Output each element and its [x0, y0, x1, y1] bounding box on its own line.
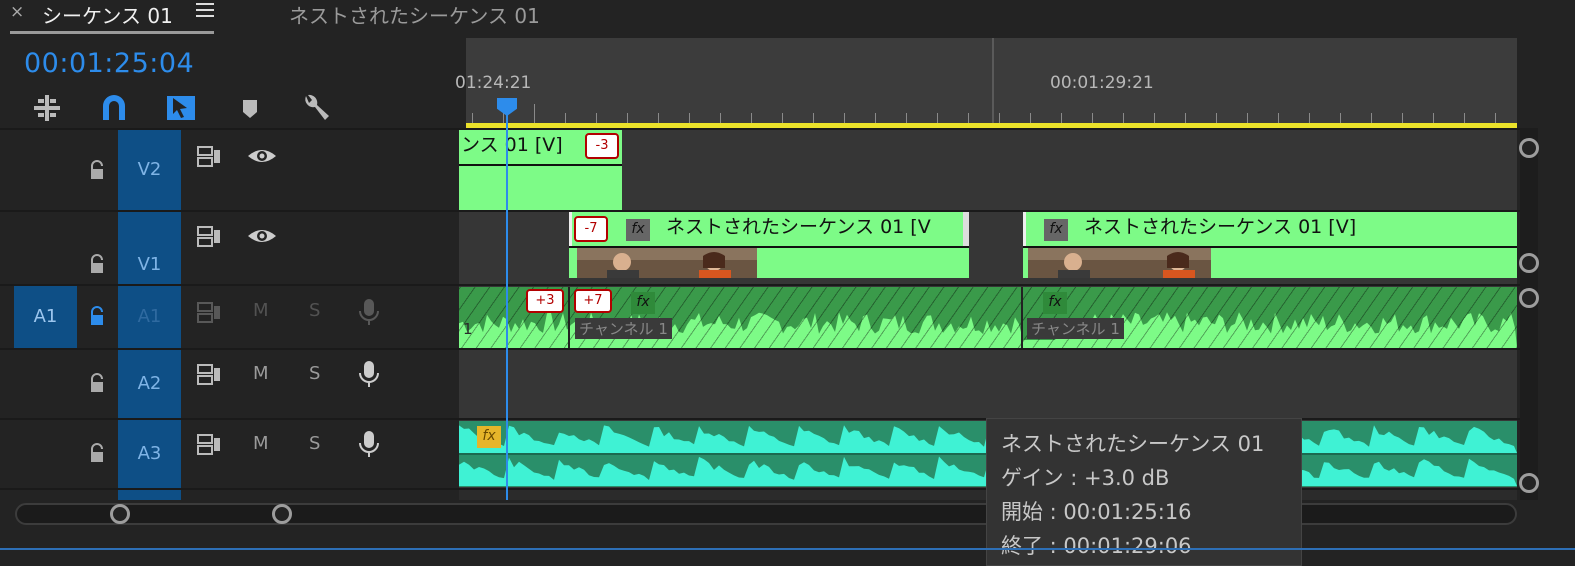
panel-focus-border — [0, 548, 1575, 550]
playhead-line[interactable] — [506, 110, 508, 500]
sync-lock-icon[interactable] — [193, 140, 225, 172]
video-clip-v2[interactable]: ンス 01 [V] -3 — [459, 130, 622, 210]
solo-button[interactable]: S — [309, 300, 320, 321]
thumbnail-image — [1028, 248, 1211, 278]
clip-divider — [459, 164, 622, 166]
track-header-a3: A3 M S — [0, 420, 459, 488]
eye-icon[interactable] — [246, 220, 278, 252]
tab-sequence-01[interactable]: シーケンス 01 — [42, 0, 173, 29]
speed-badge: -7 — [574, 216, 608, 242]
track-target-a3[interactable]: A3 — [118, 420, 181, 488]
ruler-ticks — [0, 38, 1517, 124]
clip-title: ネストされたシーケンス 01 [V] — [1023, 212, 1517, 246]
video-thumbnail — [577, 248, 757, 278]
channel-label: 1 — [463, 320, 473, 338]
microphone-icon[interactable] — [353, 358, 385, 390]
video-thumbnail — [1028, 248, 1211, 278]
audio-zoom-handle-top[interactable] — [1519, 288, 1539, 308]
mute-button[interactable]: M — [253, 300, 269, 321]
track-target-partial — [118, 490, 181, 500]
mute-button[interactable]: M — [253, 363, 269, 384]
panel-tab-bar — [0, 0, 1575, 38]
vertical-scroll-track[interactable] — [1520, 128, 1538, 500]
lock-icon-active[interactable] — [88, 306, 106, 326]
track-target-a1[interactable]: A1 — [118, 286, 181, 348]
microphone-icon[interactable] — [353, 296, 385, 328]
sync-lock-icon[interactable] — [193, 358, 225, 390]
tooltip-start: 開始 : 00:01:25:16 — [1001, 500, 1192, 524]
channel-label: チャンネル 1 — [575, 318, 672, 339]
hscroll-left-handle[interactable] — [110, 504, 130, 524]
lock-icon[interactable] — [88, 443, 106, 463]
solo-button[interactable]: S — [309, 433, 320, 454]
gain-badge: +7 — [574, 289, 612, 313]
track-header-a1: A1 A1 M S — [0, 286, 459, 348]
source-patch-a1[interactable]: A1 — [14, 286, 77, 348]
track-separator — [0, 128, 1520, 130]
track-target-v2[interactable]: V2 — [118, 130, 181, 210]
close-tab-icon[interactable]: × — [10, 2, 24, 22]
tooltip-title: ネストされたシーケンス 01 — [1001, 432, 1265, 456]
mute-button[interactable]: M — [253, 433, 269, 454]
channel-label: チャンネル 1 — [1027, 318, 1124, 339]
audio-zoom-handle-bottom[interactable] — [1519, 473, 1539, 493]
clip-edge — [1021, 287, 1023, 348]
panel-menu-icon[interactable] — [196, 3, 214, 19]
ruler-tick — [534, 104, 535, 124]
microphone-icon[interactable] — [353, 428, 385, 460]
speed-badge: -3 — [585, 133, 619, 159]
lock-icon[interactable] — [88, 254, 106, 274]
track-separator — [0, 284, 1520, 286]
active-tab-underline — [10, 31, 214, 34]
video-clip-v1-a[interactable]: ネストされたシーケンス 01 [V -7 fx — [569, 212, 969, 278]
clip-edge — [568, 287, 570, 348]
sync-lock-icon[interactable] — [193, 296, 225, 328]
fx-badge: fx — [631, 292, 655, 314]
tooltip-gain: ゲイン : +3.0 dB — [1001, 466, 1170, 490]
video-zoom-handle-top[interactable] — [1519, 138, 1539, 158]
fx-badge: fx — [1043, 292, 1067, 314]
clip-tooltip: ネストされたシーケンス 01 ゲイン : +3.0 dB 開始 : 00:01:… — [986, 418, 1302, 566]
track-header-a2: A2 M S — [0, 350, 459, 418]
lock-icon[interactable] — [88, 373, 106, 393]
video-zoom-handle-bottom[interactable] — [1519, 253, 1539, 273]
track-header-v1: V1 — [0, 212, 459, 284]
solo-button[interactable]: S — [309, 363, 320, 384]
tab-nested-sequence-01[interactable]: ネストされたシーケンス 01 — [289, 0, 540, 29]
tooltip-end: 終了 : 00:01:29:06 — [1001, 534, 1192, 558]
eye-icon[interactable] — [246, 140, 278, 172]
fx-badge: fx — [477, 426, 501, 448]
sync-lock-icon[interactable] — [193, 428, 225, 460]
fx-badge: fx — [1044, 219, 1068, 241]
hscroll-right-handle[interactable] — [272, 504, 292, 524]
fx-badge: fx — [626, 219, 650, 241]
video-clip-v1-b[interactable]: ネストされたシーケンス 01 [V] fx — [1023, 212, 1517, 278]
lock-icon[interactable] — [88, 160, 106, 180]
track-header-next — [0, 490, 459, 500]
track-separator — [0, 348, 1520, 350]
track-header-v2: V2 — [0, 130, 459, 210]
thumbnail-image — [577, 248, 757, 278]
sync-lock-icon[interactable] — [193, 220, 225, 252]
gain-badge: +3 — [526, 289, 564, 313]
track-target-a2[interactable]: A2 — [118, 350, 181, 418]
track-target-v1[interactable]: V1 — [118, 212, 181, 284]
track-lane-a2 — [459, 350, 1517, 418]
audio-clip-a1[interactable]: +3 +7 fx fx 1 チャンネル 1 チャンネル 1 — [459, 287, 1517, 348]
